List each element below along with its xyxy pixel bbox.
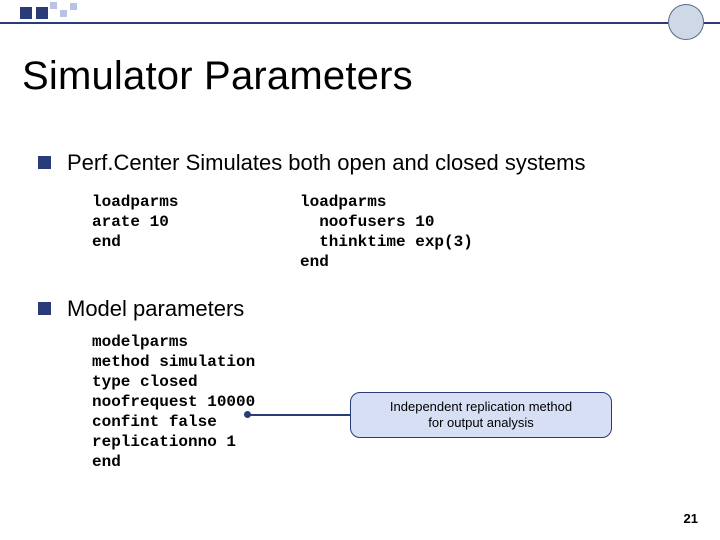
- bullet-item: Model parameters: [38, 296, 244, 322]
- institution-logo: [668, 4, 704, 40]
- decor-square-small: [50, 2, 57, 9]
- callout-connector-line: [248, 414, 350, 416]
- decor-square-small: [60, 10, 67, 17]
- slide-title: Simulator Parameters: [22, 54, 413, 99]
- code-block-model-params: modelparms method simulation type closed…: [92, 332, 255, 472]
- page-number: 21: [684, 511, 698, 526]
- slide-top-decoration: [0, 0, 720, 24]
- decor-square-small: [70, 3, 77, 10]
- code-block-open-load: loadparms arate 10 end: [92, 192, 178, 252]
- top-rule: [0, 22, 720, 24]
- code-block-closed-load: loadparms noofusers 10 thinktime exp(3) …: [300, 192, 473, 272]
- bullet-text: Model parameters: [67, 296, 244, 322]
- decor-square: [20, 7, 32, 19]
- bullet-square-icon: [38, 302, 51, 315]
- callout-line: for output analysis: [351, 415, 611, 431]
- bullet-item: Perf.Center Simulates both open and clos…: [38, 150, 586, 176]
- bullet-square-icon: [38, 156, 51, 169]
- decor-square: [36, 7, 48, 19]
- callout-line: Independent replication method: [351, 399, 611, 415]
- callout-box: Independent replication method for outpu…: [350, 392, 612, 438]
- bullet-text: Perf.Center Simulates both open and clos…: [67, 150, 586, 176]
